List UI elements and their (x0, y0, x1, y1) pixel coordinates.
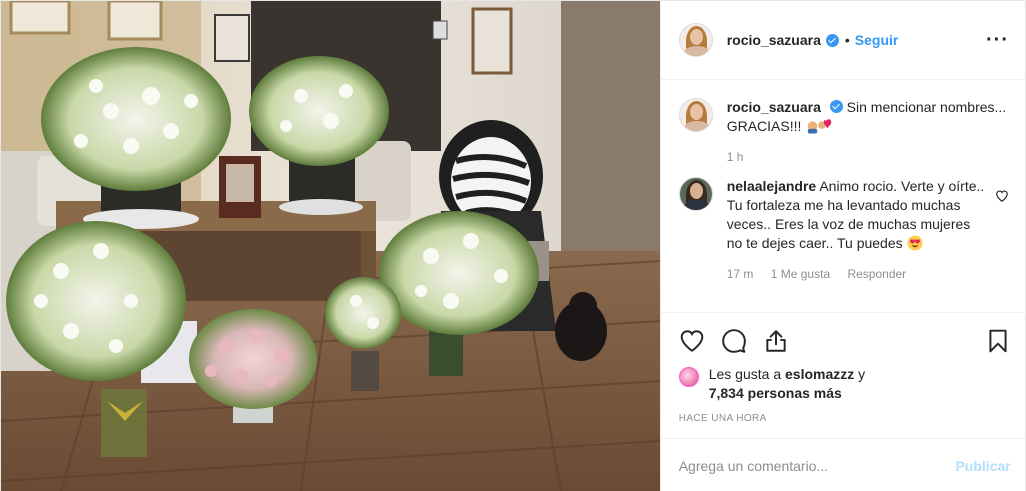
likes-text: Les gusta a eslomazzz y 7,834 personas m… (709, 365, 865, 403)
verified-badge-icon (825, 33, 839, 47)
likes-count[interactable]: 7,834 personas más (709, 385, 842, 401)
likes-summary: Les gusta a eslomazzz y 7,834 personas m… (661, 365, 1026, 403)
author-username[interactable]: rocio_sazuara (727, 32, 821, 48)
comment-item: nelaalejandre Animo rocio. Verte y oírte… (678, 177, 1009, 284)
post-actions-section: Les gusta a eslomazzz y 7,834 personas m… (660, 312, 1026, 424)
caption-username[interactable]: rocio_sazuara (727, 99, 821, 115)
caption-avatar[interactable] (678, 98, 713, 132)
verified-badge-icon (829, 100, 843, 113)
comment-time[interactable]: 17 m (727, 267, 754, 281)
publish-button[interactable]: Publicar (955, 458, 1010, 474)
comment-reply-button[interactable]: Responder (847, 267, 906, 281)
share-icon[interactable] (763, 328, 789, 354)
bookmark-icon[interactable] (985, 328, 1011, 354)
comment-input[interactable] (678, 457, 956, 474)
liker-avatar[interactable] (678, 367, 699, 387)
post-header: rocio_sazuara • Seguir ··· (660, 1, 1025, 80)
likes-prefix: Les gusta a (708, 366, 782, 382)
instagram-post: rocio_sazuara • Seguir ··· rocio_sazuara… (0, 0, 1026, 491)
action-bar (661, 313, 1026, 369)
heart-icon[interactable] (679, 328, 705, 354)
author-avatar[interactable] (678, 23, 713, 57)
more-options-icon[interactable]: ··· (986, 30, 1009, 50)
comment-like-heart-icon[interactable] (995, 189, 1009, 203)
heart-eyes-emoji-icon (907, 235, 923, 251)
comments-list: rocio_sazuara Sin mencionar nombres... G… (661, 80, 1025, 312)
caption: rocio_sazuara Sin mencionar nombres... G… (678, 98, 1009, 167)
separator-dot: • (844, 32, 850, 48)
liker-username[interactable]: eslomazzz (785, 366, 854, 382)
post-timestamp[interactable]: HACE UNA HORA (661, 413, 1026, 424)
likes-conj: y (858, 366, 866, 382)
follow-button[interactable]: Seguir (855, 32, 899, 48)
comment-bubble-icon[interactable] (721, 328, 747, 354)
commenter-avatar[interactable] (678, 177, 713, 211)
comment-body: nelaalejandre Animo rocio. Verte y oírte… (727, 177, 987, 284)
couple-emoji-icon (808, 119, 832, 134)
caption-time[interactable]: 1 h (727, 150, 744, 164)
photo-illustration (1, 1, 660, 491)
comment-meta: 17 m 1 Me gusta Responder (727, 265, 987, 284)
commenter-username[interactable]: nelaalejandre (727, 178, 817, 194)
post-photo[interactable] (1, 1, 660, 491)
caption-meta: 1 h (727, 148, 1009, 167)
caption-body: rocio_sazuara Sin mencionar nombres... G… (727, 98, 1009, 167)
post-side-panel: rocio_sazuara • Seguir ··· rocio_sazuara… (659, 1, 1026, 491)
add-comment-bar: Publicar (660, 438, 1026, 491)
comment-likes[interactable]: 1 Me gusta (771, 267, 830, 281)
